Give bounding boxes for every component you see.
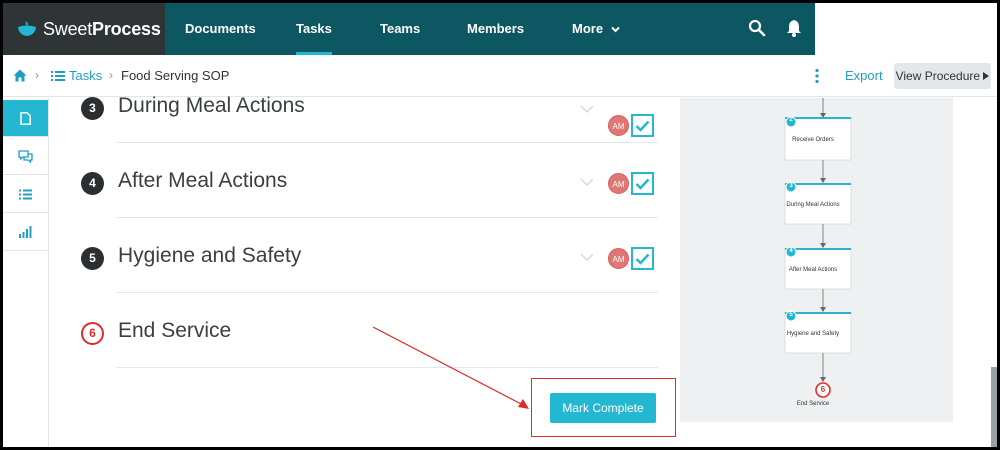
flowchart-diagram [784, 98, 852, 398]
step-number-badge: 4 [81, 172, 104, 195]
nav-more[interactable]: More [572, 3, 620, 55]
document-icon [20, 111, 31, 125]
nav-tasks[interactable]: Tasks [296, 3, 332, 55]
step-title[interactable]: Hygiene and Safety [118, 244, 301, 268]
top-navigation-bar: SweetProcess Documents Tasks Teams Membe… [3, 3, 997, 55]
chevron-down-icon[interactable] [580, 252, 594, 262]
step-complete-checkbox[interactable] [631, 114, 654, 137]
sweetprocess-logo-icon [18, 21, 36, 36]
assignee-avatar[interactable]: AM [608, 115, 629, 136]
step-complete-checkbox[interactable] [631, 247, 654, 270]
topbar-right-blank [815, 3, 997, 55]
assignee-avatar[interactable]: AM [608, 173, 629, 194]
flow-end-label: End Service [796, 401, 830, 407]
export-button[interactable]: Export [845, 68, 883, 83]
notifications-bell-icon[interactable] [785, 18, 803, 38]
step-number-badge: 5 [81, 247, 104, 270]
flow-end-number: 6 [820, 385, 826, 394]
nav-members[interactable]: Members [467, 3, 524, 55]
left-sidebar [3, 98, 49, 447]
logo-text: SweetProcess [43, 18, 161, 39]
flow-node-label: After Meal Actions [788, 267, 838, 273]
flow-node-number: 5 [789, 312, 793, 318]
step-number-badge: 3 [81, 97, 104, 120]
flow-node-number: 3 [789, 183, 793, 189]
flow-node-label: During Meal Actions [786, 202, 840, 208]
annotation-arrow [372, 326, 529, 409]
mark-complete-button[interactable]: Mark Complete [550, 393, 656, 423]
app-window: SweetProcess Documents Tasks Teams Membe… [3, 3, 997, 447]
step-title[interactable]: After Meal Actions [118, 169, 287, 193]
checkmark-icon [635, 253, 650, 265]
view-procedure-button[interactable]: View Procedure [894, 63, 991, 89]
caret-right-icon [983, 72, 990, 80]
checklist-icon [19, 189, 32, 199]
step-title[interactable]: End Service [118, 319, 231, 343]
more-options-icon[interactable] [814, 68, 820, 84]
step-row[interactable]: 4 After Meal Actions AM [78, 143, 658, 218]
task-list-icon [51, 71, 65, 81]
nav-more-label: More [572, 21, 604, 36]
chevron-down-icon[interactable] [580, 177, 594, 187]
breadcrumb-separator-icon: › [35, 68, 39, 82]
logo[interactable]: SweetProcess [3, 3, 165, 55]
view-procedure-label: View Procedure [895, 69, 981, 83]
step-row[interactable]: 3 During Meal Actions AM [78, 68, 658, 143]
flow-node-label: Hygiene and Safety [786, 331, 840, 337]
home-icon[interactable] [13, 69, 27, 82]
checkmark-icon [635, 120, 650, 132]
search-icon[interactable] [748, 19, 766, 37]
assignee-avatar[interactable]: AM [608, 248, 629, 269]
sidebar-document-button[interactable] [3, 100, 48, 137]
chevron-down-icon [610, 26, 620, 33]
checkmark-icon [635, 178, 650, 190]
step-row[interactable]: 5 Hygiene and Safety AM [78, 218, 658, 293]
comments-icon [18, 149, 33, 163]
sidebar-stats-button[interactable] [3, 214, 48, 251]
stats-icon [19, 226, 32, 238]
step-number-badge: 6 [81, 322, 104, 345]
chevron-down-icon[interactable] [580, 104, 594, 114]
scrollbar-thumb[interactable] [991, 367, 997, 447]
step-complete-checkbox[interactable] [631, 172, 654, 195]
step-title[interactable]: During Meal Actions [118, 94, 305, 118]
flow-node-number: 4 [789, 248, 793, 254]
flow-node-label: Receive Orders [792, 137, 834, 143]
flow-node-number: 2 [789, 117, 793, 123]
nav-teams[interactable]: Teams [380, 3, 420, 55]
sidebar-comments-button[interactable] [3, 138, 48, 175]
nav-documents[interactable]: Documents [185, 3, 256, 55]
flowchart-panel: 2 3 4 5 6 Receive Orders During Meal Act… [680, 98, 953, 422]
sidebar-checklist-button[interactable] [3, 176, 48, 213]
